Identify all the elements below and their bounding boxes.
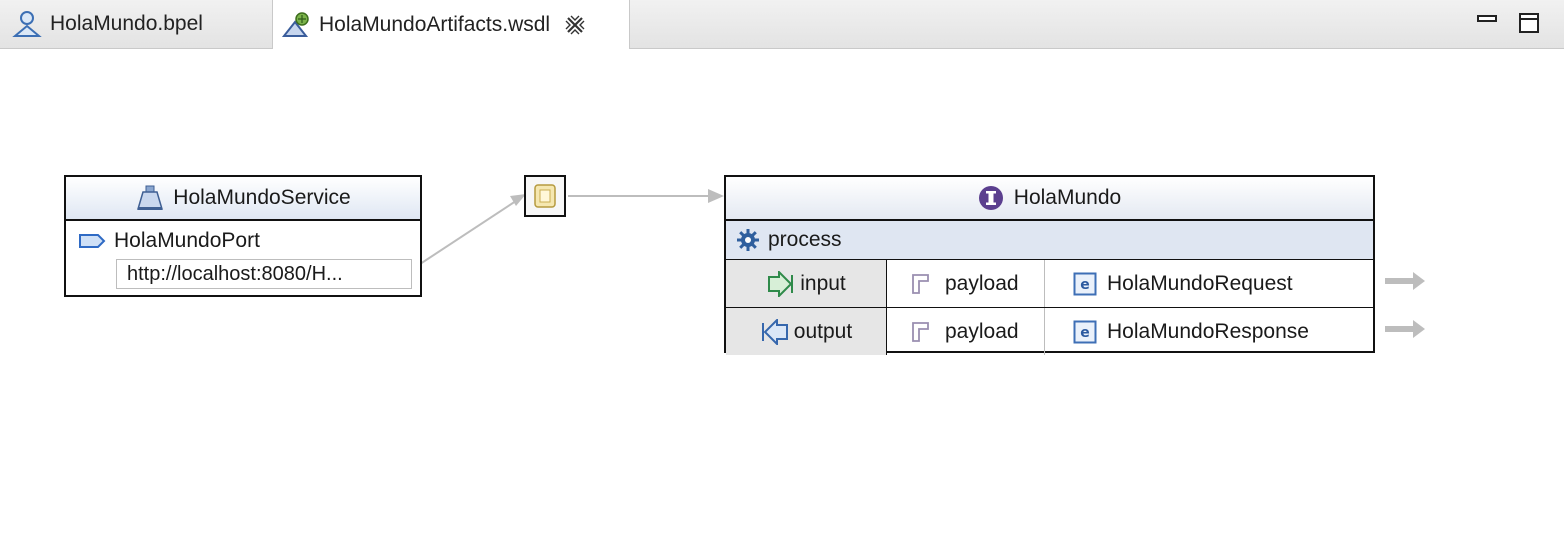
input-label: input [800, 271, 846, 295]
interface-icon [978, 186, 1003, 210]
binding-icon [534, 184, 556, 208]
operation-name: process [768, 228, 842, 251]
output-direction-cell: output [726, 308, 887, 355]
input-message-row[interactable]: input payload e HolaMundoRequest [726, 260, 1373, 308]
output-label: output [793, 319, 853, 343]
output-arrow-icon [761, 318, 788, 345]
service-icon [137, 185, 164, 210]
interface-name: HolaMundo [1013, 186, 1122, 209]
output-part-cell[interactable]: payload [887, 308, 1045, 355]
service-name: HolaMundoService [173, 186, 351, 209]
svg-text:e: e [1080, 277, 1090, 293]
operation-row[interactable]: process [726, 221, 1373, 260]
output-element-cell[interactable]: e HolaMundoResponse [1045, 308, 1373, 355]
output-part-name: payload [945, 319, 1019, 343]
gear-icon [737, 229, 759, 251]
service-header: HolaMundoService [66, 177, 420, 221]
port-address-field[interactable]: http://localhost:8080/H... [116, 259, 412, 289]
output-message-row[interactable]: output payload e HolaMundoResponse [726, 308, 1373, 355]
service-node[interactable]: HolaMundoService HolaMundoPort http://lo… [64, 175, 422, 297]
input-arrow-icon [768, 270, 794, 297]
part-icon [912, 273, 929, 294]
port-icon [79, 234, 106, 248]
navigate-arrow-icon[interactable] [1383, 269, 1427, 293]
part-icon [912, 321, 929, 342]
element-icon: e [1073, 320, 1097, 343]
navigate-arrow-icon[interactable] [1383, 317, 1427, 341]
input-part-name: payload [945, 271, 1019, 295]
binding-node[interactable] [524, 175, 566, 217]
input-element-name: HolaMundoRequest [1107, 271, 1293, 295]
interface-header: HolaMundo [726, 177, 1373, 221]
input-direction-cell: input [726, 260, 887, 307]
port-item[interactable]: HolaMundoPort [78, 229, 260, 253]
svg-text:e: e [1080, 325, 1090, 341]
port-name: HolaMundoPort [114, 229, 260, 252]
interface-node[interactable]: HolaMundo process input payload e HolaMu… [724, 175, 1375, 355]
input-part-cell[interactable]: payload [887, 260, 1045, 307]
input-element-cell[interactable]: e HolaMundoRequest [1045, 260, 1373, 307]
output-element-name: HolaMundoResponse [1107, 319, 1309, 343]
element-icon: e [1073, 272, 1097, 295]
